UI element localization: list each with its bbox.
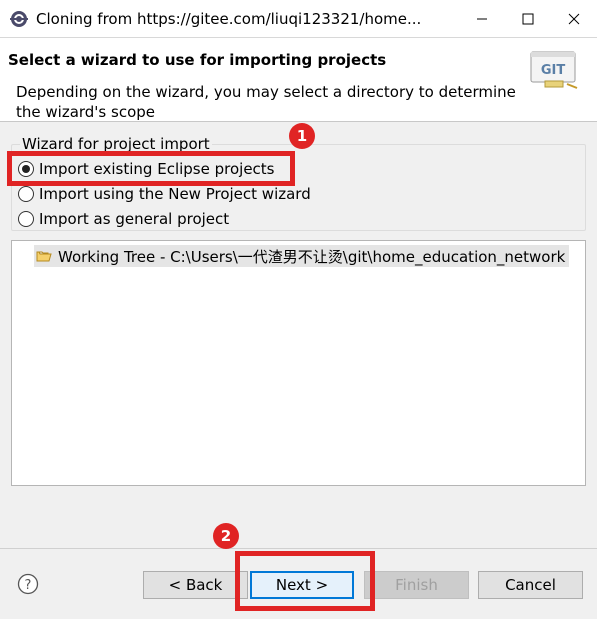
radio-import-new-project-wizard[interactable]: Import using the New Project wizard (18, 183, 311, 205)
git-logo-icon: GIT (530, 51, 578, 89)
working-tree-view[interactable]: Working Tree - C:\Users\一代渣男不让烫\git\home… (11, 240, 586, 486)
button-bar-separator (0, 548, 597, 549)
close-button[interactable] (551, 0, 597, 38)
annotation-highlight-next (235, 551, 375, 611)
radio-label: Import as general project (39, 210, 230, 228)
title-bar: Cloning from https://gitee.com/liuqi1233… (0, 0, 597, 38)
finish-button[interactable]: Finish (364, 571, 469, 599)
tree-item-working-tree[interactable]: Working Tree - C:\Users\一代渣男不让烫\git\home… (34, 245, 570, 267)
annotation-highlight-option (7, 151, 295, 186)
radio-label: Import using the New Project wizard (39, 185, 311, 203)
window-title: Cloning from https://gitee.com/liuqi1233… (36, 10, 422, 28)
wizard-description: Depending on the wizard, you may select … (16, 83, 516, 121)
folder-open-icon (36, 251, 52, 262)
eclipse-icon (10, 11, 28, 27)
svg-text:?: ? (25, 578, 32, 593)
wizard-header: Select a wizard to use for importing pro… (0, 38, 597, 122)
help-icon[interactable]: ? (17, 573, 39, 595)
radio-unchecked-icon[interactable] (18, 211, 34, 227)
annotation-marker-2: 2 (213, 523, 239, 549)
minimize-button[interactable] (459, 0, 505, 38)
maximize-button[interactable] (505, 0, 551, 38)
maximize-icon (522, 13, 534, 25)
annotation-marker-1: 1 (289, 123, 315, 149)
tree-item-label: Working Tree - C:\Users\一代渣男不让烫\git\home… (58, 247, 566, 266)
close-icon (568, 13, 580, 25)
back-button[interactable]: < Back (143, 571, 248, 599)
radio-unchecked-icon[interactable] (18, 186, 34, 202)
wizard-title: Select a wizard to use for importing pro… (8, 51, 387, 69)
cancel-button[interactable]: Cancel (478, 571, 583, 599)
git-logo-text: GIT (541, 63, 566, 78)
radio-import-general[interactable]: Import as general project (18, 208, 229, 230)
minimize-icon (477, 18, 487, 20)
